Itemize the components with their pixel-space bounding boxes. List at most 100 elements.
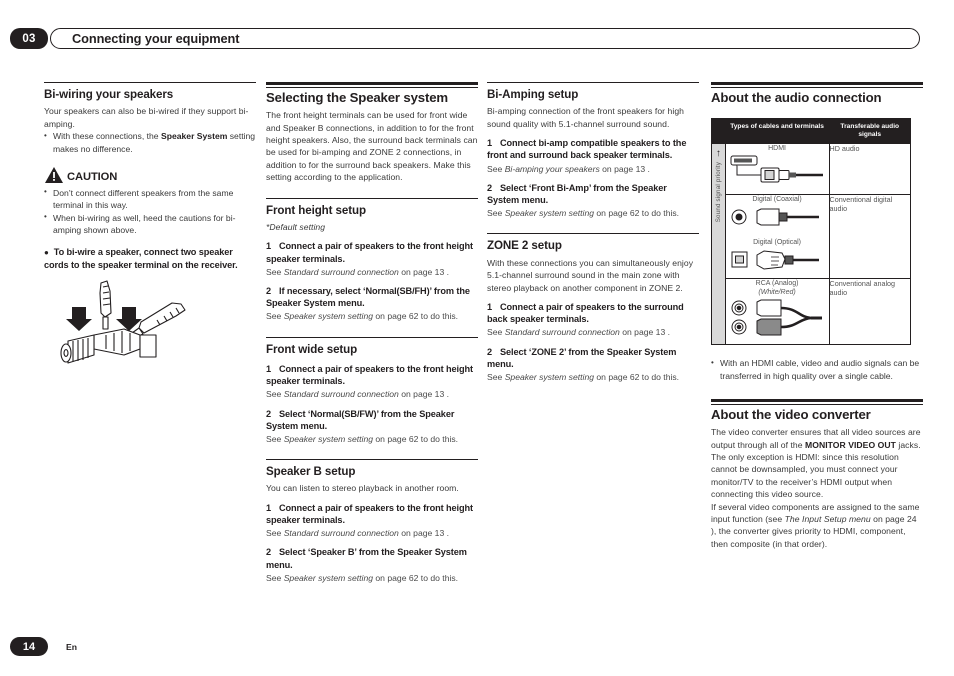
signal-cell-hd-audio: HD audio [828,143,911,196]
ref-pre: See [266,433,284,444]
ref-post: on page 62 to do this. [594,371,680,382]
section-about-video-converter: About the video converter The video conv… [711,398,923,550]
ref-italic: Standard surround connection [283,389,399,400]
ref-post: on page 62 to do this. [594,208,680,219]
step-number: 1 [487,138,493,149]
section-rule [266,336,478,338]
speaker-b-intro: You can listen to stereo playback in ano… [266,483,459,494]
ref-post: on page 62 to do this. [373,311,459,322]
section-zone-2-setup: ZONE 2 setup With these connections you … [487,233,699,383]
step-reference: See Speaker system setting on page 62 to… [266,310,478,322]
cable-label: HDMI [768,145,786,153]
manual-page: 03 Connecting your equipment Bi-wiring y… [0,0,954,676]
speaker-terminal-bi-wiring-illustration [60,280,186,364]
step: 2 Select ‘Speaker B’ from the Speaker Sys… [266,546,478,570]
column-4: About the audio connection Types of cabl… [711,82,923,550]
section-rule [266,459,478,461]
heading-bi-wiring: Bi-wiring your speakers [44,88,174,101]
bullet-text-bold: Speaker System [160,131,228,142]
step-number: 2 [266,285,272,296]
bullet-text-pre: With these connections, the [53,131,161,142]
list-item: Don’t connect different speakers from th… [44,186,256,212]
heading-speaker-b-setup: Speaker B setup [266,465,356,479]
sound-signal-priority-cell: ↑ Sound signal priority [711,143,726,346]
warning-triangle-icon [45,166,63,183]
caution-bullet-list: Don’t connect different speakers from th… [44,186,256,237]
step-text: Connect a pair of speakers to the front … [266,363,473,387]
section-bi-wiring: Bi-wiring your speakers Your speakers ca… [44,82,256,155]
ref-post: on page 13 . [599,163,650,174]
ref-pre: See [266,311,284,322]
step-reference: See Standard surround connection on page… [266,527,478,539]
ref-post: on page 62 to do this. [373,433,459,444]
ref-italic: Standard surround connection [504,327,620,338]
step-text: If necessary, select ‘Normal(SB/FH)’ fro… [266,285,470,309]
signal-cell-analog-audio: Conventional analog audio [828,278,911,346]
heading-zone-2-setup: ZONE 2 setup [487,239,562,253]
section-rule [44,82,256,83]
video-converter-paragraph-1: The video converter ensures that all vid… [711,426,923,500]
step: 1 Connect a pair of speakers to the surro… [487,301,699,325]
section-rule [487,82,699,83]
caution-header: CAUTION [44,166,256,184]
ref-italic: Speaker system setting [504,208,595,219]
section-rule-double [711,82,923,88]
language-label: En [66,641,77,652]
step-text: Connect a pair of speakers to the front … [266,502,473,526]
bi-wire-instruction: ● To bi-wire a speaker, connect two speak… [44,246,256,272]
rca-cable-icon [731,299,823,336]
step: 1 Connect bi-amp compatible speakers to t… [487,137,699,161]
column-header-cable-types: Types of cables and terminals [724,118,830,145]
selecting-speaker-system-intro: The front height terminals can be used f… [266,110,478,183]
step-number: 1 [266,241,272,252]
step-reference: See Speaker system setting on page 62 to… [487,207,699,219]
ref-pre: See [266,389,284,400]
audio-connection-bullet-list: With an HDMI cable, video and audio sign… [711,357,923,382]
list-item: When bi-wiring as well, heed the caution… [44,211,256,237]
step: 2 Select ‘Normal(SB/FW)’ from the Speaker… [266,408,478,432]
ref-post: on page 13 . [619,327,671,338]
table-row: ↑ Sound signal priority HDMI HD audio [711,143,911,346]
ref-italic: Speaker system setting [283,572,374,583]
column-2: Selecting the Speaker system The front h… [266,82,478,584]
ref-pre: See [266,572,284,583]
table-row: Digital (Coaxial) Digital (Optical) Conv… [712,194,911,280]
signal-text: Conventional analog audio [829,279,896,298]
step-number: 2 [487,346,493,357]
page-footer: 14 En [10,637,77,656]
step-text: Connect a pair of speakers to the front … [266,241,473,264]
step-text: Connect a pair of speakers to the surrou… [487,301,684,325]
chapter-number-badge: 03 [10,28,48,49]
heading-about-audio-connection: About the audio connection [711,90,882,105]
audio-connection-table: Types of cables and terminals Transferab… [711,118,911,346]
step-reference: See Speaker system setting on page 62 to… [266,572,478,584]
filled-bullet-icon: ● [44,247,49,257]
hdmi-cable-icon [730,155,824,183]
section-about-audio-connection: About the audio connection [711,82,923,105]
signal-text: HD audio [829,144,860,154]
bi-wiring-intro: Your speakers can also be bi-wired if th… [44,106,249,129]
step: 2 If necessary, select ‘Normal(SB/FH)’ fr… [266,285,478,309]
step: 2 Select ‘Front Bi-Amp’ from the Speaker … [487,182,699,206]
ref-italic: Standard surround connection [283,528,399,539]
caution-label: CAUTION [67,170,118,183]
cable-cell-rca: RCA (Analog) (White/Red) [724,278,830,346]
section-bi-amping-setup: Bi-Amping setup Bi-amping connection of … [487,82,699,219]
ref-pre: See [487,327,505,338]
step-text: Select ‘Normal(SB/FW)’ from the Speaker … [266,408,455,431]
bi-wiring-bullet-list: With these connections, the Speaker Syst… [44,130,256,155]
step-text: Select ‘Speaker B’ from the Speaker Syst… [266,547,467,570]
ref-pre: See [266,266,284,277]
list-item: With these connections, the Speaker Syst… [44,130,256,155]
step-reference: See Speaker system setting on page 62 to… [487,371,699,383]
page-title: Connecting your equipment [72,31,240,46]
column-1: Bi-wiring your speakers Your speakers ca… [44,82,256,378]
step-reference: See Speaker system setting on page 62 to… [266,433,478,445]
step-text: Connect bi-amp compatible speakers to th… [487,138,687,161]
page-number-badge: 14 [10,637,48,656]
column-3: Bi-Amping setup Bi-amping connection of … [487,82,699,383]
signal-cell-digital-audio: Conventional digital audio [828,194,911,280]
section-speaker-b-setup: Speaker B setup You can listen to stereo… [266,459,478,584]
section-selecting-speaker-system: Selecting the Speaker system The front h… [266,82,478,184]
ref-post: on page 13 . [398,389,450,400]
